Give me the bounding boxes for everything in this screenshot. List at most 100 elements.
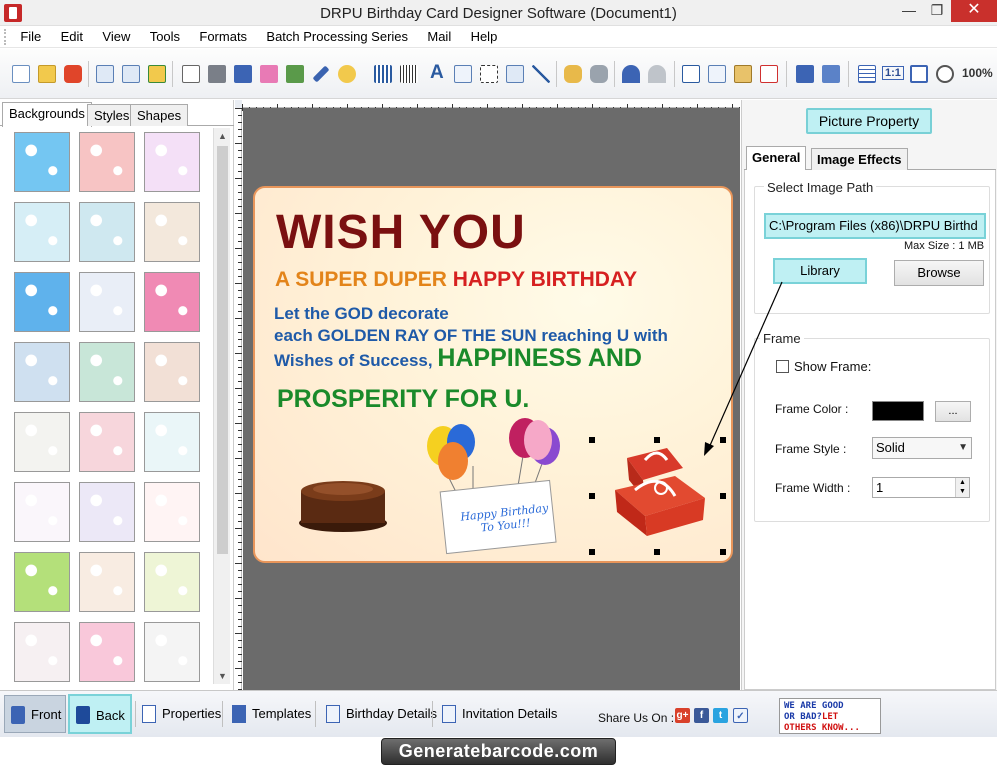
menu-formats[interactable]: Formats: [192, 26, 256, 48]
background-thumbnail[interactable]: [144, 622, 200, 682]
background-thumbnail[interactable]: [79, 552, 135, 612]
selection-handle[interactable]: [589, 549, 595, 555]
send-back-icon[interactable]: [820, 63, 842, 85]
picture-property-button[interactable]: Picture Property: [806, 108, 932, 134]
background-thumbnail[interactable]: [79, 132, 135, 192]
card-line-prosperity[interactable]: PROSPERITY FOR U.: [277, 385, 529, 414]
background-thumbnail[interactable]: [14, 202, 70, 262]
browse-button[interactable]: Browse: [894, 260, 984, 286]
templates-button[interactable]: Templates: [226, 701, 311, 727]
scroll-thumb[interactable]: [217, 146, 228, 554]
card-line-super-duper[interactable]: A SUPER DUPER HAPPY BIRTHDAY: [275, 268, 637, 292]
grid-icon[interactable]: [856, 63, 878, 85]
zoom-level[interactable]: 100%: [962, 66, 993, 80]
stepper-arrows-icon[interactable]: ▲ ▼: [955, 478, 969, 497]
tab-shapes[interactable]: Shapes: [130, 104, 189, 126]
image-icon[interactable]: [284, 63, 306, 85]
save-as-icon[interactable]: [120, 63, 142, 85]
invitation-details-button[interactable]: Invitation Details: [436, 701, 557, 727]
background-thumbnail[interactable]: [79, 482, 135, 542]
open-icon[interactable]: [36, 63, 58, 85]
back-button[interactable]: Back: [68, 694, 132, 734]
selection-handle[interactable]: [589, 437, 595, 443]
fit-page-icon[interactable]: [908, 63, 930, 85]
scroll-down-icon[interactable]: ▼: [214, 668, 231, 684]
frame-color-button[interactable]: ...: [935, 401, 971, 422]
background-thumbnail[interactable]: [144, 482, 200, 542]
text-icon[interactable]: A: [430, 62, 444, 84]
new-icon[interactable]: [10, 63, 32, 85]
save-icon[interactable]: [94, 63, 116, 85]
delete-icon[interactable]: [758, 63, 780, 85]
tab-backgrounds[interactable]: Backgrounds: [2, 102, 92, 127]
menu-mail[interactable]: Mail: [420, 26, 460, 48]
background-thumbnail[interactable]: [14, 552, 70, 612]
text-box-icon[interactable]: [452, 63, 474, 85]
undo-icon[interactable]: [620, 63, 642, 85]
menu-help[interactable]: Help: [464, 26, 507, 48]
twitter-icon[interactable]: t: [713, 708, 728, 723]
print-icon[interactable]: [206, 63, 228, 85]
background-thumbnail[interactable]: [14, 482, 70, 542]
cake-icon[interactable]: [295, 473, 391, 533]
background-thumbnail[interactable]: [79, 272, 135, 332]
background-thumbnail[interactable]: [14, 622, 70, 682]
card-line-wish-you[interactable]: WISH YOU: [276, 205, 526, 260]
facebook-icon[interactable]: f: [694, 708, 709, 723]
database-icon[interactable]: [562, 63, 584, 85]
frame-style-select[interactable]: Solid ▼: [872, 437, 972, 459]
cut-icon[interactable]: [680, 63, 702, 85]
background-thumbnail[interactable]: [144, 552, 200, 612]
feedback-banner[interactable]: WE ARE GOOD OR BAD?LET OTHERS KNOW...: [779, 698, 881, 734]
background-thumbnail[interactable]: [14, 132, 70, 192]
export-icon[interactable]: [146, 63, 168, 85]
pen-icon[interactable]: [310, 63, 332, 85]
background-thumbnail[interactable]: [144, 412, 200, 472]
google-plus-icon[interactable]: g+: [675, 708, 690, 723]
menu-edit[interactable]: Edit: [54, 26, 92, 48]
tab-image-effects[interactable]: Image Effects: [811, 148, 908, 170]
birthday-card[interactable]: WISH YOU A SUPER DUPER HAPPY BIRTHDAY Le…: [253, 186, 733, 563]
barcode-icon[interactable]: [372, 63, 394, 85]
menu-file[interactable]: File: [13, 26, 50, 48]
menu-view[interactable]: View: [95, 26, 139, 48]
front-button[interactable]: Front: [4, 695, 66, 733]
line-icon[interactable]: [530, 63, 552, 85]
selection-handle[interactable]: [589, 493, 595, 499]
close-doc-icon[interactable]: [62, 63, 84, 85]
background-thumbnail[interactable]: [79, 622, 135, 682]
share-icon[interactable]: ✓: [733, 708, 748, 723]
background-thumbnail[interactable]: [144, 342, 200, 402]
image-path-input[interactable]: C:\Program Files (x86)\DRPU Birthd: [764, 213, 986, 239]
background-thumbnail[interactable]: [79, 202, 135, 262]
background-thumbnail[interactable]: [14, 412, 70, 472]
page-setup-icon[interactable]: [180, 63, 202, 85]
selection-handle[interactable]: [654, 437, 660, 443]
shapes-icon[interactable]: [336, 63, 358, 85]
barcode2-icon[interactable]: [398, 63, 420, 85]
actual-size-icon[interactable]: 1:1: [882, 66, 904, 80]
signature-icon[interactable]: [478, 63, 500, 85]
bring-front-icon[interactable]: [794, 63, 816, 85]
gift-icon[interactable]: [258, 63, 280, 85]
menu-batch-processing[interactable]: Batch Processing Series: [259, 26, 417, 48]
database2-icon[interactable]: [588, 63, 610, 85]
tab-general[interactable]: General: [746, 146, 807, 171]
frame-width-stepper[interactable]: 1 ▲ ▼: [872, 477, 970, 498]
selection-handle[interactable]: [654, 549, 660, 555]
frame-color-swatch[interactable]: [872, 401, 924, 421]
background-thumbnail[interactable]: [144, 272, 200, 332]
print-preview-icon[interactable]: [232, 63, 254, 85]
selection-handle[interactable]: [720, 549, 726, 555]
background-thumbnail[interactable]: [79, 412, 135, 472]
menu-tools[interactable]: Tools: [143, 26, 189, 48]
mail-icon[interactable]: [504, 63, 526, 85]
maximize-button[interactable]: ❐: [922, 0, 952, 22]
zoom-icon[interactable]: [934, 63, 956, 85]
birthday-details-button[interactable]: Birthday Details: [320, 701, 437, 727]
background-thumbnail[interactable]: [14, 342, 70, 402]
minimize-button[interactable]: —: [894, 0, 924, 22]
selection-handle[interactable]: [720, 493, 726, 499]
paste-icon[interactable]: [732, 63, 754, 85]
background-thumbnail[interactable]: [144, 202, 200, 262]
